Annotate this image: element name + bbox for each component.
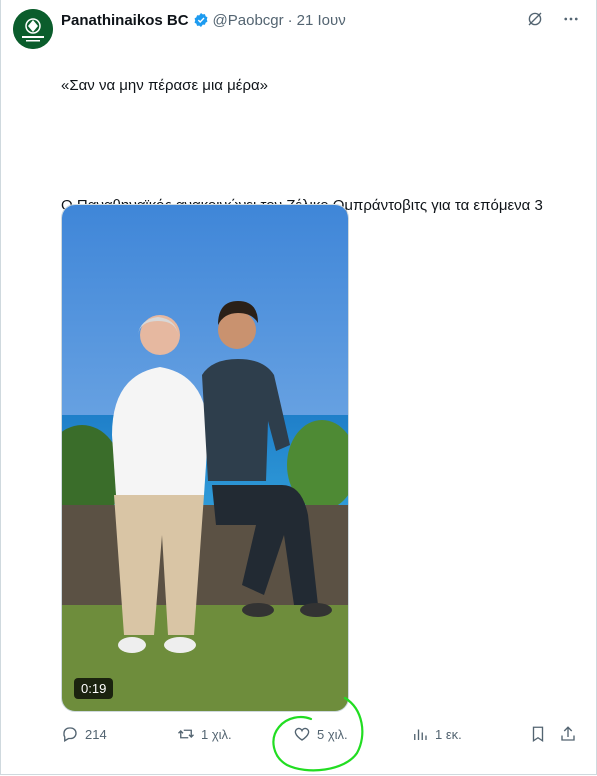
tweet-card: Panathinaikos BC @Paobcgr · 21 Ιουν «Σαν…: [0, 0, 597, 775]
heart-icon: [294, 727, 310, 741]
separator-dot: ·: [287, 11, 293, 29]
reply-button[interactable]: 214: [61, 722, 107, 746]
bookmark-button[interactable]: [529, 722, 547, 746]
retweet-button[interactable]: 1 χιλ.: [177, 722, 232, 746]
share-icon: [561, 726, 575, 741]
author-handle[interactable]: @Paobcgr: [213, 12, 284, 29]
top-actions: [526, 10, 580, 28]
bookmark-icon: [532, 726, 544, 743]
like-count: 5 χιλ.: [317, 726, 348, 742]
reply-count: 214: [85, 726, 107, 742]
tweet-text-line: «Σαν να μην πέρασε μια μέρα»: [61, 77, 268, 94]
verified-badge-icon: [194, 13, 207, 27]
views-chart-icon: [414, 729, 427, 740]
share-button[interactable]: [559, 722, 577, 746]
action-bar: 214 1 χιλ. 5 χιλ. 1 εκ.: [61, 722, 581, 746]
club-logo-icon: [13, 9, 53, 49]
views-count: 1 εκ.: [435, 726, 462, 742]
grok-icon[interactable]: [526, 10, 544, 28]
retweet-count: 1 χιλ.: [201, 726, 232, 742]
tweet-header: Panathinaikos BC @Paobcgr · 21 Ιουν: [61, 10, 346, 30]
views-button[interactable]: 1 εκ.: [411, 722, 462, 746]
video-player[interactable]: 0:19: [61, 204, 349, 712]
author-name[interactable]: Panathinaikos BC: [61, 12, 189, 29]
tweet-timestamp[interactable]: 21 Ιουν: [297, 12, 346, 29]
video-duration: 0:19: [74, 678, 114, 699]
video-thumbnail: [62, 205, 348, 711]
more-options-icon[interactable]: [562, 10, 580, 28]
like-button[interactable]: 5 χιλ.: [293, 722, 348, 746]
avatar[interactable]: [13, 9, 53, 49]
retweet-icon: [178, 729, 194, 739]
reply-icon: [63, 727, 77, 742]
